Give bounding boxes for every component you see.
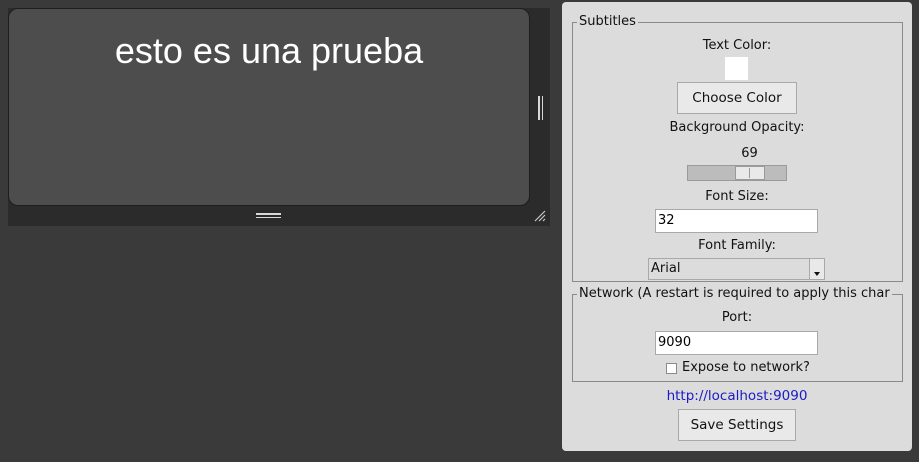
port-input[interactable]: 9090 bbox=[655, 331, 818, 355]
font-family-label: Font Family: bbox=[698, 238, 776, 253]
font-size-input[interactable]: 32 bbox=[655, 209, 818, 233]
save-settings-button[interactable]: Save Settings bbox=[678, 409, 796, 441]
corner-resize-grip-icon[interactable] bbox=[534, 210, 546, 222]
background-opacity-value: 69 bbox=[741, 146, 758, 161]
settings-panel: Subtitles Text Color: Choose Color Backg… bbox=[562, 2, 912, 451]
font-size-label: Font Size: bbox=[705, 189, 769, 204]
chevron-down-icon[interactable] bbox=[809, 259, 824, 279]
background-opacity-label: Background Opacity: bbox=[669, 120, 805, 135]
subtitle-preview-text: esto es una prueba bbox=[114, 30, 424, 71]
port-label: Port: bbox=[721, 310, 753, 325]
server-url-link[interactable]: http://localhost:9090 bbox=[562, 388, 912, 404]
choose-color-button[interactable]: Choose Color bbox=[677, 82, 797, 114]
horizontal-resize-grip-icon[interactable] bbox=[256, 213, 281, 218]
text-color-label: Text Color: bbox=[702, 38, 772, 53]
font-family-select[interactable]: Arial bbox=[648, 258, 825, 280]
subtitles-legend: Subtitles bbox=[577, 14, 638, 30]
vertical-resize-grip-icon[interactable] bbox=[538, 96, 543, 120]
subtitle-preview-box: esto es una prueba bbox=[8, 8, 530, 206]
text-color-swatch bbox=[725, 57, 748, 80]
network-legend: Network (A restart is required to apply … bbox=[577, 286, 892, 302]
expose-network-checkbox[interactable] bbox=[666, 363, 677, 374]
font-family-value: Arial bbox=[651, 261, 681, 276]
expose-network-label[interactable]: Expose to network? bbox=[682, 360, 810, 376]
subtitle-preview-window: esto es una prueba bbox=[8, 8, 550, 226]
background-opacity-slider-thumb[interactable] bbox=[735, 166, 765, 180]
